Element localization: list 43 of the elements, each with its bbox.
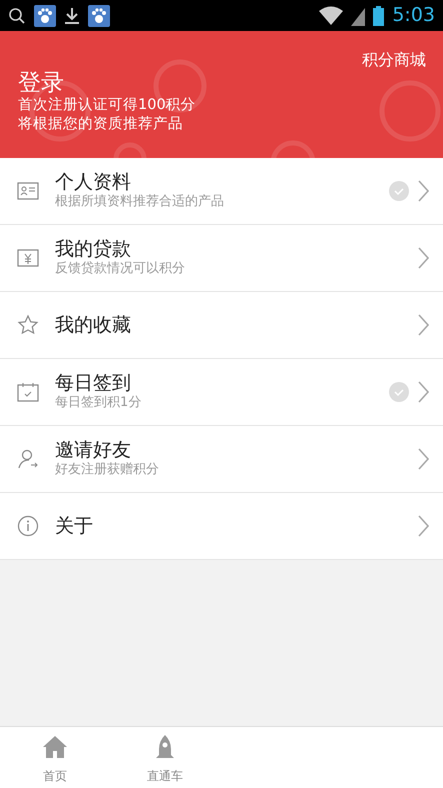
- menu-item[interactable]: 邀请好友 好友注册获赠积分: [0, 426, 443, 493]
- menu-subtitle: 好友注册获赠积分: [55, 462, 160, 479]
- menu-item[interactable]: 我的收藏: [0, 292, 443, 359]
- menu-item[interactable]: 每日签到 每日签到积1分: [0, 359, 443, 426]
- header-subtitle: 将根据您的资质推荐产品: [18, 115, 184, 134]
- menu-subtitle: 反馈贷款情况可以积分: [55, 260, 186, 278]
- menu-item[interactable]: 关于: [0, 493, 443, 560]
- download-icon: [64, 6, 80, 24]
- menu-item[interactable]: 我的贷款 反馈贷款情况可以积分: [0, 225, 443, 292]
- info-icon: [17, 515, 39, 537]
- tab-bar-item[interactable]: 直通车: [110, 727, 220, 788]
- star-icon: [17, 314, 39, 336]
- signal-icon: [351, 6, 366, 26]
- paw-icon: [88, 4, 110, 26]
- points-mall-link[interactable]: 积分商城: [362, 48, 426, 72]
- login-title[interactable]: 登录: [18, 70, 425, 96]
- yen-card-icon: [17, 247, 39, 269]
- chevron-right-icon: [417, 313, 429, 337]
- home-icon: [43, 735, 67, 759]
- chevron-right-icon: [417, 246, 429, 270]
- search-icon: [8, 6, 26, 24]
- tab-bar-item[interactable]: 首页: [0, 727, 110, 788]
- id-card-icon: [17, 180, 39, 202]
- menu-subtitle: 每日签到积1分: [55, 394, 142, 412]
- header-subtitle: 首次注册认证可得100积分: [18, 96, 197, 116]
- wifi-icon: [319, 6, 344, 26]
- menu-title: 每日签到: [55, 372, 132, 395]
- person-arrow-icon: [17, 448, 39, 470]
- menu-title: 邀请好友: [55, 439, 132, 462]
- chevron-right-icon: [417, 447, 429, 471]
- chevron-right-icon: [417, 179, 429, 203]
- battery-icon: [373, 6, 384, 26]
- clock-time: 5:03: [392, 3, 435, 28]
- menu-item[interactable]: 个人资料 根据所填资料推荐合适的产品: [0, 158, 443, 225]
- calendar-icon: [17, 381, 39, 403]
- chevron-right-icon: [417, 514, 429, 538]
- menu-title: 关于: [55, 514, 94, 538]
- menu-title: 我的贷款: [55, 238, 132, 261]
- menu-subtitle: 根据所填资料推荐合适的产品: [55, 194, 225, 211]
- menu-title: 个人资料: [55, 171, 132, 194]
- paw-icon: [34, 4, 56, 26]
- menu-title: 我的收藏: [55, 314, 132, 336]
- chevron-right-icon: [417, 380, 429, 404]
